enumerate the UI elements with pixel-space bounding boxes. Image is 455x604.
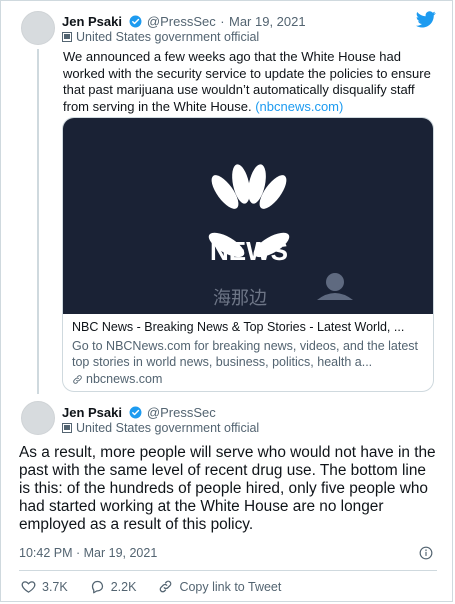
author-handle[interactable]: @PressSec bbox=[147, 14, 216, 29]
reply-icon bbox=[91, 580, 103, 594]
card-logo-text: NEWS bbox=[210, 236, 288, 266]
info-icon[interactable] bbox=[419, 546, 433, 560]
watermark-text: 海那边 bbox=[213, 288, 267, 309]
separator: · bbox=[220, 14, 225, 29]
copy-link-label: Copy link to Tweet bbox=[179, 579, 282, 594]
government-label: United States government official bbox=[62, 421, 259, 435]
card-image: NEWS 海那边 bbox=[63, 118, 433, 314]
copy-link-button[interactable]: Copy link to Tweet bbox=[158, 579, 281, 594]
card-domain[interactable]: nbcnews.com bbox=[72, 372, 424, 386]
like-button[interactable]: 3.7K bbox=[21, 579, 68, 594]
card-title[interactable]: NBC News - Breaking News & Top Stories -… bbox=[72, 320, 424, 334]
tweet-actions: 3.7K 2.2K Copy link to Tweet bbox=[21, 579, 303, 594]
card-domain-text: nbcnews.com bbox=[86, 372, 163, 386]
avatar[interactable] bbox=[21, 401, 55, 435]
card-body: NBC News - Breaking News & Top Stories -… bbox=[72, 320, 424, 386]
heart-icon bbox=[21, 581, 36, 593]
flag-icon bbox=[62, 32, 72, 42]
watermark-icon bbox=[317, 273, 353, 300]
card-description: Go to NBCNews.com for breaking news, vid… bbox=[72, 339, 418, 369]
government-label-text: United States government official bbox=[76, 30, 260, 44]
quoted-tweet-text: We announced a few weeks ago that the Wh… bbox=[63, 49, 443, 115]
link-icon bbox=[73, 374, 82, 384]
avatar[interactable] bbox=[21, 11, 55, 45]
author-name[interactable]: Jen Psaki bbox=[62, 14, 122, 29]
like-count: 3.7K bbox=[42, 579, 68, 594]
reply-button[interactable]: 2.2K bbox=[90, 579, 137, 594]
government-label: United States government official bbox=[62, 30, 259, 44]
divider bbox=[19, 570, 437, 571]
twitter-bird-icon[interactable] bbox=[416, 11, 436, 28]
nbc-peacock-logo: NEWS 海那边 bbox=[201, 164, 353, 309]
author-handle[interactable]: @PressSec bbox=[147, 405, 216, 420]
link-card[interactable]: NEWS 海那边 NBC News - Breaking News & Top … bbox=[62, 117, 434, 392]
source-link[interactable]: (nbcnews.com) bbox=[255, 99, 343, 114]
reply-count: 2.2K bbox=[110, 579, 137, 594]
government-label-text: United States government official bbox=[76, 421, 260, 435]
quoted-tweet-body: We announced a few weeks ago that the Wh… bbox=[63, 49, 431, 114]
thread-line bbox=[37, 49, 39, 394]
tweet-embed: Jen Psaki @PressSec · Mar 19, 2021 Unite… bbox=[0, 0, 453, 602]
flag-icon bbox=[62, 423, 72, 433]
author-name[interactable]: Jen Psaki bbox=[62, 405, 122, 420]
tweet-text: As a result, more people will serve who … bbox=[19, 444, 436, 533]
tweet-date[interactable]: Mar 19, 2021 bbox=[229, 14, 306, 29]
link-icon bbox=[160, 580, 172, 593]
tweet-timestamp[interactable]: 10:42 PM · Mar 19, 2021 bbox=[19, 546, 157, 560]
